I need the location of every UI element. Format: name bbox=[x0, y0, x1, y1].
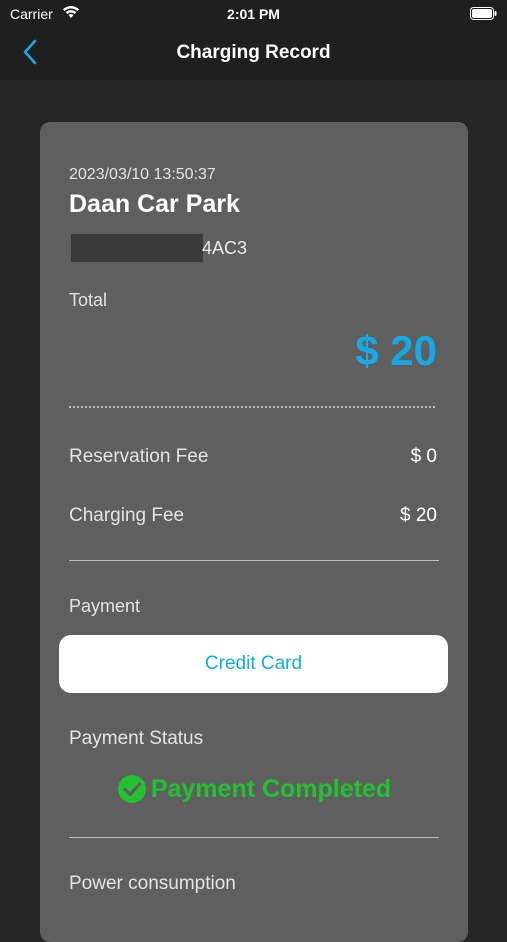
power-consumption-label: Power consumption bbox=[69, 873, 236, 894]
check-circle-icon bbox=[117, 775, 146, 803]
charging-fee-label: Charging Fee bbox=[69, 505, 185, 526]
payment-status-label: Payment Status bbox=[69, 728, 204, 749]
station-name: Daan Car Park bbox=[69, 190, 240, 218]
record-timestamp: 2023/03/10 13:50:37 bbox=[69, 166, 216, 183]
charging-fee-value: $ 20 bbox=[400, 505, 437, 526]
plate-number-suffix: 4AC3 bbox=[202, 238, 248, 258]
payment-status-text: Payment Completed bbox=[150, 774, 392, 803]
reservation-fee-label: Reservation Fee bbox=[69, 446, 209, 467]
charging-record-card: 2023/03/10 13:50:37 Daan Car Park 4AC3 T… bbox=[40, 122, 468, 942]
total-label: Total bbox=[69, 290, 108, 310]
status-clock: 2:01 PM bbox=[227, 6, 280, 22]
nav-bar: Charging Record bbox=[0, 28, 507, 80]
payment-label: Payment bbox=[69, 596, 141, 616]
payment-method-button[interactable]: Credit Card bbox=[59, 635, 448, 693]
battery-icon bbox=[470, 7, 497, 20]
plate-redaction bbox=[71, 234, 203, 262]
reservation-fee-value: $ 0 bbox=[410, 446, 437, 467]
payment-status: Payment Completed bbox=[40, 774, 468, 804]
page-title: Charging Record bbox=[176, 42, 331, 63]
total-amount: $ 20 bbox=[355, 327, 437, 374]
status-bar: Carrier 2:01 PM bbox=[0, 0, 507, 28]
dotted-divider bbox=[69, 406, 435, 408]
section-divider bbox=[69, 837, 439, 838]
section-divider bbox=[69, 560, 439, 561]
payment-method-label: Credit Card bbox=[204, 653, 303, 674]
